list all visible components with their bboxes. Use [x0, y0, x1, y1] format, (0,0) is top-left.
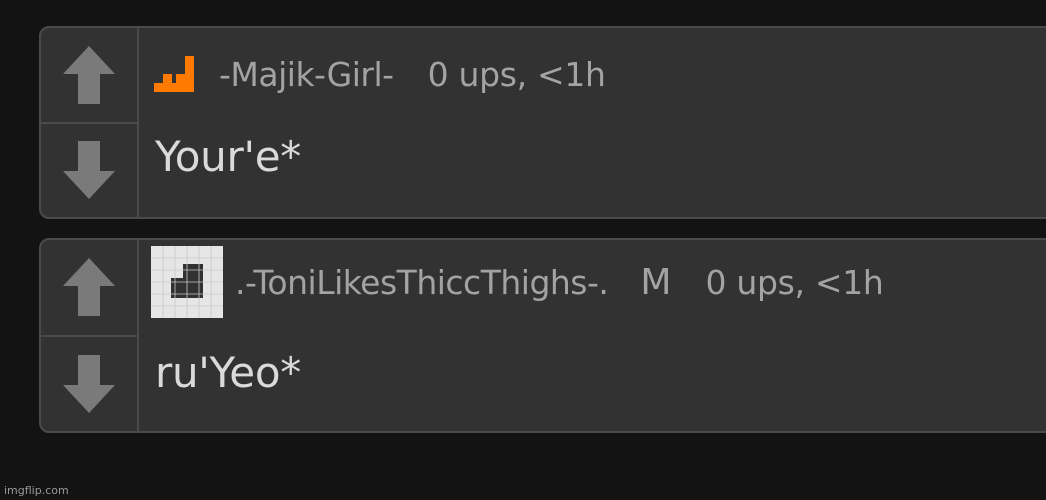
- imgflip-watermark: imgflip.com: [4, 484, 69, 497]
- vote-column: [41, 240, 139, 431]
- points-and-age: 0 ups, <1h: [427, 54, 606, 94]
- comment-meta: -Majik-Girl- 0 ups, <1h: [151, 52, 606, 96]
- mod-badge: M: [640, 261, 672, 303]
- upvote-arrow-icon: [63, 45, 115, 104]
- comment-meta: .-ToniLikesThiccThighs-. M 0 ups, <1h: [151, 246, 884, 318]
- white-pixel-avatar-icon[interactable]: [151, 246, 223, 318]
- upvote-arrow-icon: [63, 258, 115, 317]
- comment-text: ru'Yeo*: [155, 348, 301, 397]
- username-link[interactable]: .-ToniLikesThiccThighs-.: [235, 263, 609, 302]
- comment-card: .-ToniLikesThiccThighs-. M 0 ups, <1h ru…: [39, 238, 1046, 433]
- comment-content: -Majik-Girl- 0 ups, <1h Your'e*: [139, 28, 1046, 217]
- downvote-button[interactable]: [41, 334, 137, 432]
- vote-column: [41, 28, 139, 217]
- username-link[interactable]: -Majik-Girl-: [219, 55, 394, 94]
- downvote-button[interactable]: [41, 121, 137, 218]
- points-and-age: 0 ups, <1h: [705, 262, 884, 302]
- comments-page: -Majik-Girl- 0 ups, <1h Your'e* .-ToniLi…: [0, 0, 1046, 500]
- comment-card: -Majik-Girl- 0 ups, <1h Your'e*: [39, 26, 1046, 219]
- orange-pixel-avatar-icon[interactable]: [151, 52, 195, 96]
- downvote-arrow-icon: [63, 354, 115, 413]
- downvote-arrow-icon: [63, 141, 115, 200]
- upvote-button[interactable]: [41, 28, 137, 122]
- comment-content: .-ToniLikesThiccThighs-. M 0 ups, <1h ru…: [139, 240, 1046, 431]
- comment-text: Your'e*: [155, 132, 301, 181]
- upvote-button[interactable]: [41, 240, 137, 335]
